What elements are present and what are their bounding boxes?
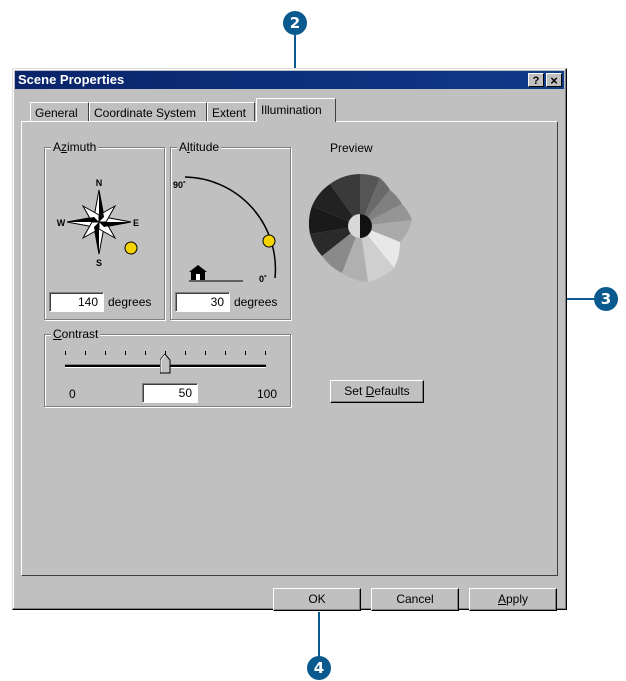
altitude-arc-icon[interactable]: 90˚ 0˚	[171, 170, 289, 288]
callout-4-line	[318, 612, 320, 657]
altitude-90-label: 90˚	[173, 180, 186, 190]
compass-w: W	[57, 218, 66, 228]
scene-properties-dialog: Scene Properties ? × General Coordinate …	[12, 68, 567, 611]
contrast-slider[interactable]	[65, 349, 266, 375]
azimuth-group: Azimuth N S E W 140 degrees	[44, 140, 165, 320]
callout-4: 4	[307, 656, 331, 680]
help-button[interactable]: ?	[528, 73, 544, 87]
compass-e: E	[133, 218, 139, 228]
title-bar: Scene Properties ? ×	[15, 71, 564, 89]
altitude-0-label: 0˚	[259, 274, 267, 284]
contrast-min-label: 0	[69, 387, 76, 401]
dialog-title: Scene Properties	[18, 72, 125, 87]
slider-thumb[interactable]	[160, 354, 171, 374]
azimuth-input[interactable]: 140	[49, 292, 104, 312]
set-defaults-button[interactable]: Set Defaults	[330, 380, 424, 403]
tab-coordinate-system[interactable]: Coordinate System	[89, 102, 207, 122]
altitude-label: Altitude	[177, 140, 222, 154]
illumination-panel: Azimuth N S E W 140 degrees Altitude 90˚…	[21, 121, 558, 576]
compass-n: N	[96, 178, 103, 188]
tab-general[interactable]: General	[30, 102, 89, 122]
apply-button[interactable]: Apply	[469, 588, 557, 611]
altitude-sun-icon	[262, 234, 276, 248]
callout-2: 2	[283, 11, 307, 35]
contrast-group: Contrast 0 50 100	[44, 327, 291, 407]
altitude-group: Altitude 90˚ 0˚ 30 degrees	[170, 140, 291, 320]
preview-sphere-image	[308, 174, 412, 282]
contrast-input[interactable]: 50	[142, 383, 198, 403]
altitude-unit: degrees	[234, 295, 278, 309]
altitude-input[interactable]: 30	[175, 292, 230, 312]
preview-label: Preview	[330, 141, 373, 155]
tab-extent[interactable]: Extent	[207, 102, 255, 122]
contrast-label: Contrast	[51, 327, 101, 341]
azimuth-label: Azimuth	[51, 140, 99, 154]
azimuth-sun-icon	[124, 241, 138, 255]
tab-illumination[interactable]: Illumination	[256, 98, 336, 122]
ok-button[interactable]: OK	[273, 588, 361, 611]
close-button[interactable]: ×	[546, 73, 562, 88]
contrast-max-label: 100	[257, 387, 278, 401]
house-icon	[189, 265, 207, 280]
azimuth-unit: degrees	[108, 295, 152, 309]
callout-3: 3	[594, 287, 618, 311]
compass-rose-icon[interactable]: N S E W	[49, 172, 159, 282]
cancel-button[interactable]: Cancel	[371, 588, 459, 611]
compass-s: S	[96, 258, 102, 268]
